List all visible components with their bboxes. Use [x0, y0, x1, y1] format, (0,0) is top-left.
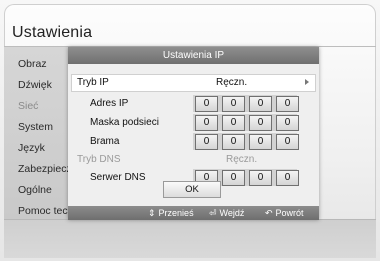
gateway-label: Brama: [90, 136, 120, 147]
hint-back: ↶ Powrót: [265, 206, 304, 220]
hint-move-label: Przenieś: [158, 208, 194, 218]
dns-server-octet-2[interactable]: 0: [222, 170, 245, 186]
bottom-bar: [4, 219, 376, 258]
hint-enter-label: Wejdź: [219, 208, 245, 218]
ip-address-label: Adres IP: [90, 98, 129, 109]
chevron-right-icon: [305, 79, 309, 85]
dns-server-octet-4[interactable]: 0: [276, 170, 299, 186]
subnet-mask-octet-3[interactable]: 0: [249, 115, 272, 131]
gateway-octet-4[interactable]: 0: [276, 134, 299, 150]
up-down-arrows-icon: ⇕: [148, 208, 156, 218]
gateway-octet-2[interactable]: 0: [222, 134, 245, 150]
ip-mode-row[interactable]: Tryb IP Ręczn.: [68, 74, 319, 92]
dns-mode-label: Tryb DNS: [77, 154, 121, 165]
dns-server-label: Serwer DNS: [90, 172, 146, 183]
ip-address-octet-4[interactable]: 0: [276, 96, 299, 112]
ip-address-octet-3[interactable]: 0: [249, 96, 272, 112]
ok-button[interactable]: OK: [163, 181, 221, 198]
enter-icon: ⏎: [209, 208, 217, 218]
hint-move: ⇕ Przenieś: [148, 206, 194, 220]
ip-address-octet-2[interactable]: 0: [222, 96, 245, 112]
dialog-footer-hints: ⇕ Przenieś ⏎ Wejdź ↶ Powrót: [68, 206, 319, 220]
ip-address-octet-1[interactable]: 0: [195, 96, 218, 112]
hint-back-label: Powrót: [275, 208, 304, 218]
subnet-mask-octet-2[interactable]: 0: [222, 115, 245, 131]
ip-address-row: Adres IP 0 0 0 0: [68, 94, 319, 113]
gateway-row: Brama 0 0 0 0: [68, 132, 319, 151]
gateway-octet-1[interactable]: 0: [195, 134, 218, 150]
dialog-body: Tryb IP Ręczn. Adres IP 0 0 0 0 Maska po…: [68, 64, 319, 206]
ip-mode-value: Ręczn.: [216, 77, 248, 88]
tv-settings-screen: Ustawienia Obraz Dźwięk Sieć System Języ…: [0, 0, 380, 261]
ip-settings-dialog: Ustawienia IP Tryb IP Ręczn. Adres IP 0 …: [68, 47, 319, 220]
dns-mode-value: Ręczn.: [226, 154, 258, 165]
hint-enter: ⏎ Wejdź: [209, 206, 244, 220]
ip-mode-label: Tryb IP: [77, 77, 109, 88]
gateway-octet-3[interactable]: 0: [249, 134, 272, 150]
subnet-mask-row: Maska podsieci 0 0 0 0: [68, 113, 319, 132]
subnet-mask-octet-1[interactable]: 0: [195, 115, 218, 131]
subnet-mask-octet-4[interactable]: 0: [276, 115, 299, 131]
dialog-title: Ustawienia IP: [68, 47, 319, 64]
return-icon: ↶: [265, 208, 273, 218]
subnet-mask-label: Maska podsieci: [90, 117, 159, 128]
dns-mode-row: Tryb DNS Ręczn.: [68, 150, 319, 169]
dns-server-octet-3[interactable]: 0: [249, 170, 272, 186]
screen-title: Ustawienia: [12, 24, 93, 41]
